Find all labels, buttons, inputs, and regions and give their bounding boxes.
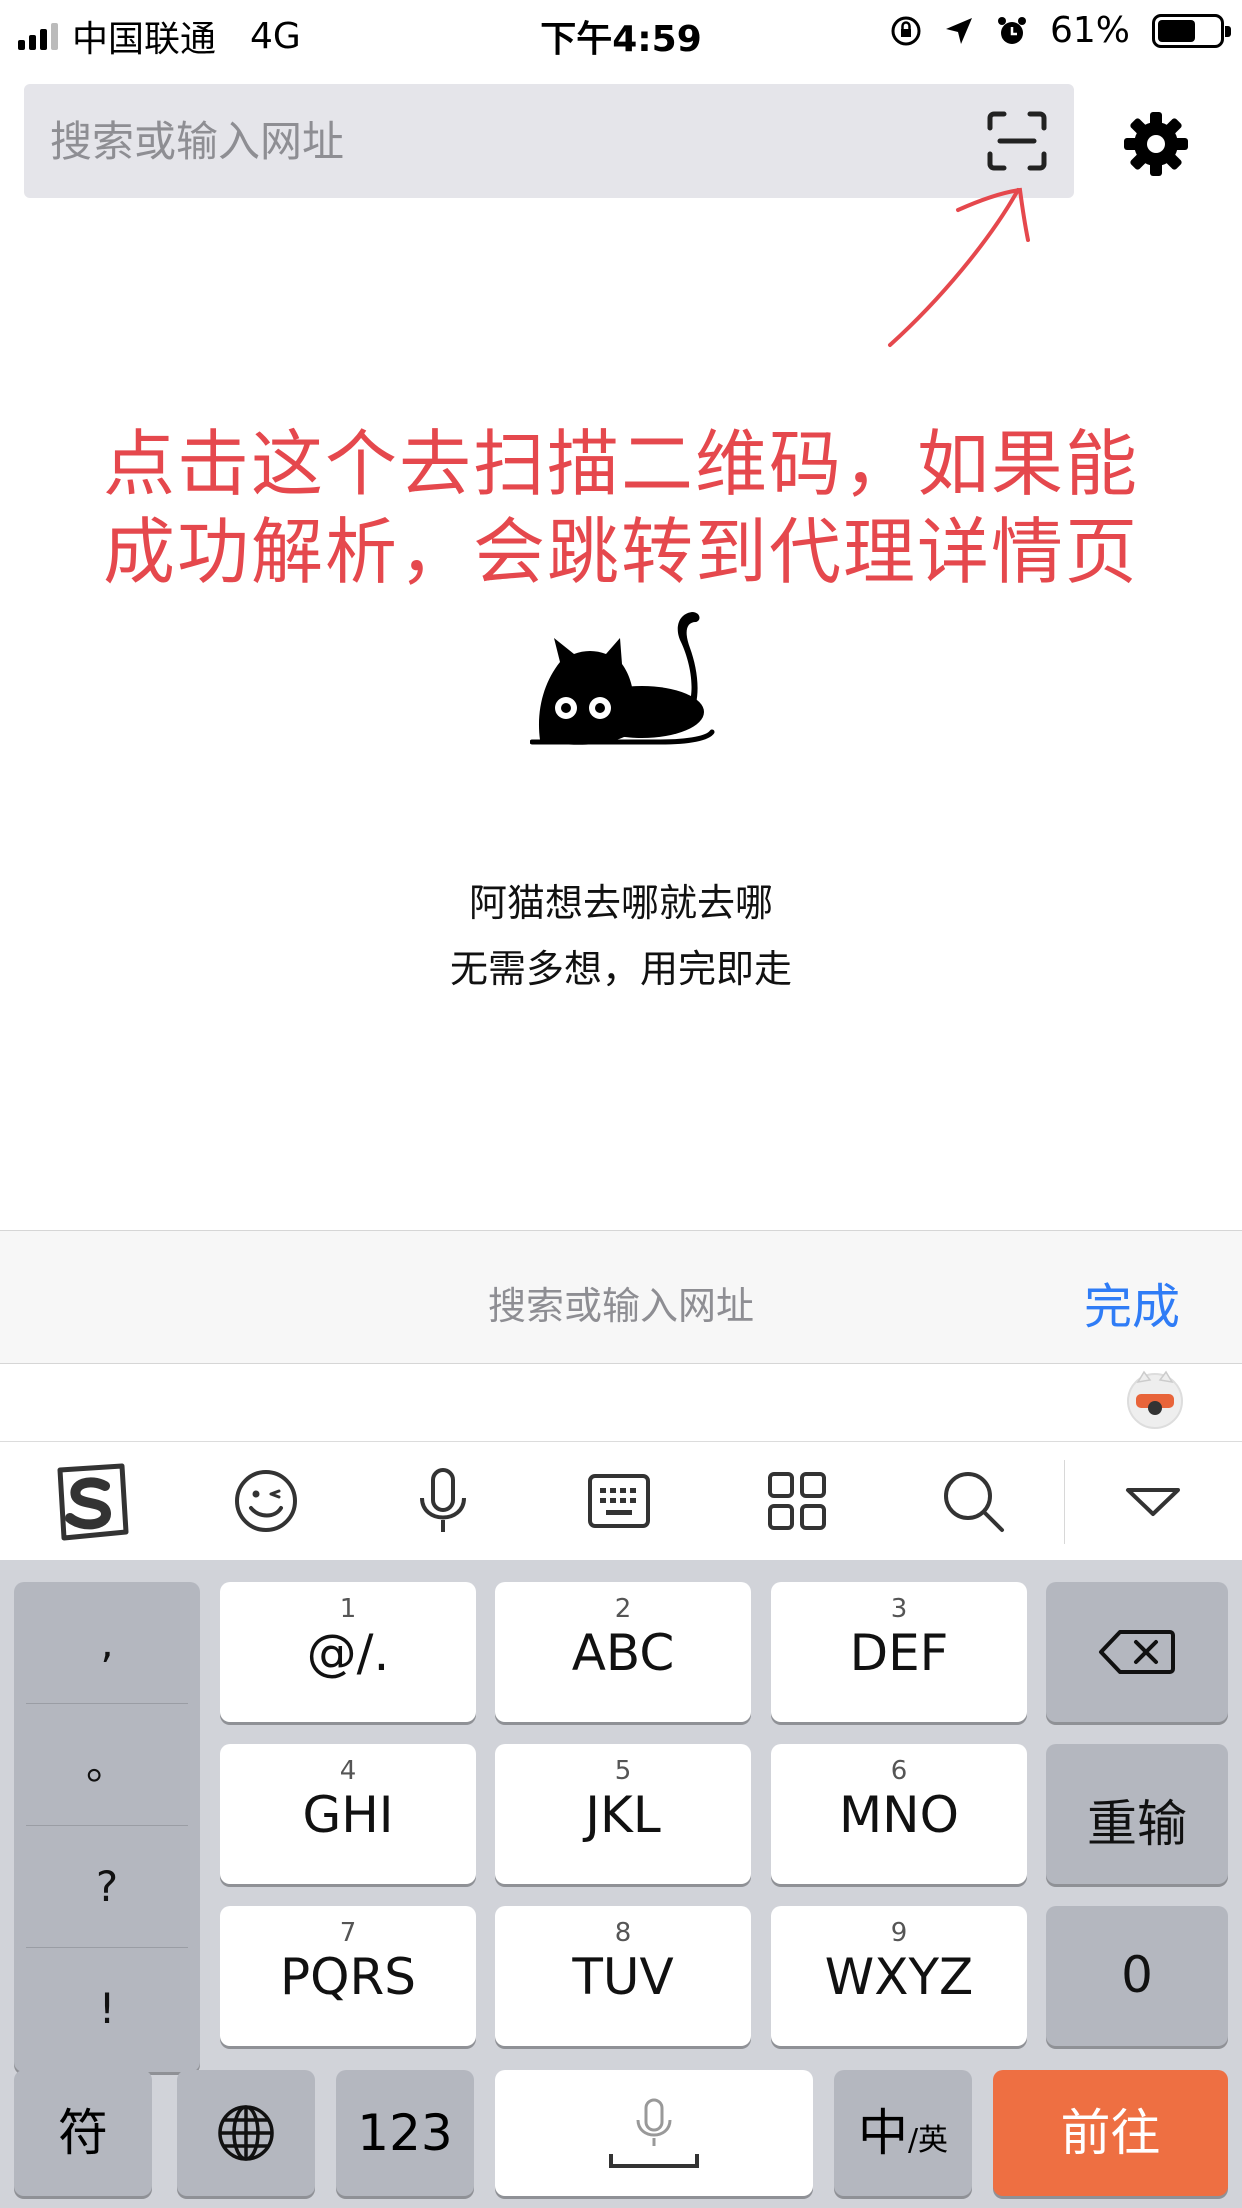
key-label: TUV [572,1948,674,2006]
key-4[interactable]: 4 GHI [220,1744,476,1884]
key-label: WXYZ [824,1948,974,2006]
location-arrow-icon [945,17,972,44]
space-key[interactable] [495,2070,813,2196]
orientation-lock-icon [891,16,921,45]
key-number: 2 [614,1594,632,1624]
search-input[interactable] [50,84,930,198]
key-2[interactable]: 2 ABC [495,1582,751,1722]
apps-grid-icon[interactable] [762,1466,832,1536]
key-7[interactable]: 7 PQRS [220,1906,476,2046]
search-icon[interactable] [938,1466,1008,1536]
url-bar [24,84,1074,198]
emoji-icon[interactable] [231,1466,301,1536]
key-number: 9 [890,1918,908,1948]
annotation-line-2: 成功解析，会跳转到代理详情页 [102,510,1139,594]
accessory-input-preview[interactable]: 搜索或输入网址 [0,1275,1242,1330]
done-button[interactable]: 完成 [1084,1267,1180,1337]
space-voice-icon [609,2098,699,2168]
backspace-icon [1099,1630,1175,1674]
tagline-line-2: 无需多想，用完即走 [449,947,792,991]
key-1[interactable]: 1 @/. [220,1582,476,1722]
annotation-text: 点击这个去扫描二维码，如果能 成功解析，会跳转到代理详情页 [0,420,1242,596]
keyboard: , 。 ? ! 1 @/. 2 ABC 3 DEF 4 GHI 5 JKL 6 … [0,1560,1242,2208]
punct-key-exclamation[interactable]: ! [14,1948,200,2069]
key-label: 0 [1121,1946,1153,2004]
tagline: 阿猫想去哪就去哪 无需多想，用完即走 [0,870,1242,1002]
key-label: DEF [849,1624,949,1682]
punctuation-column: , 。 ? ! [14,1582,200,2072]
cat-logo-icon [530,612,715,745]
key-label: JKL [585,1786,661,1844]
battery-fill [1158,19,1195,42]
key-5[interactable]: 5 JKL [495,1744,751,1884]
symbols-key[interactable]: 符 [14,2070,152,2196]
key-number: 7 [339,1918,357,1948]
key-label: @/. [306,1624,390,1682]
key-number: 4 [339,1756,357,1786]
ime-candidate-bar [0,1364,1242,1442]
key-3[interactable]: 3 DEF [771,1582,1027,1722]
status-right: 61% [890,10,1231,51]
battery-percent: 61% [1049,10,1130,51]
language-sub-label: /英 [907,2123,949,2158]
key-9[interactable]: 9 WXYZ [771,1906,1027,2046]
keyboard-icon[interactable] [584,1466,654,1536]
backspace-key[interactable] [1046,1582,1228,1722]
key-label: GHI [302,1786,394,1844]
status-bar: 中国联通 4G 下午4:59 61% [0,0,1242,64]
punct-key-comma[interactable]: , [14,1582,200,1703]
retype-label: 重输 [1087,1795,1187,1853]
ime-toolbar [0,1442,1242,1560]
input-accessory-bar: 搜索或输入网址 完成 [0,1230,1242,1364]
collapse-keyboard-icon[interactable] [1118,1466,1188,1536]
key-label: PQRS [280,1948,416,2006]
key-number: 6 [890,1756,908,1786]
key-0[interactable]: 0 [1046,1906,1228,2046]
key-label: ABC [571,1624,675,1682]
key-number: 1 [339,1594,357,1624]
numbers-key[interactable]: 123 [336,2070,474,2196]
globe-key[interactable] [177,2070,315,2196]
key-label: MNO [839,1786,959,1844]
key-6[interactable]: 6 MNO [771,1744,1027,1884]
globe-icon [218,2105,274,2161]
key-number: 8 [614,1918,632,1948]
retype-key[interactable]: 重输 [1046,1744,1228,1884]
punct-key-question[interactable]: ? [14,1826,200,1947]
key-number: 3 [890,1594,908,1624]
ime-mascot-icon[interactable] [1124,1368,1186,1430]
key-8[interactable]: 8 TUV [495,1906,751,2046]
gear-icon[interactable] [1122,110,1190,178]
toolbar-divider [1064,1460,1065,1544]
punct-key-period[interactable]: 。 [14,1704,200,1825]
microphone-icon[interactable] [408,1466,478,1536]
scan-qr-icon[interactable] [986,110,1048,172]
sogou-logo-icon[interactable] [50,1462,130,1542]
annotation-line-1: 点击这个去扫描二维码，如果能 [102,422,1139,506]
language-main-label: 中 [857,2104,908,2162]
tagline-line-1: 阿猫想去哪就去哪 [468,881,773,925]
language-switch-key[interactable]: 中/英 [834,2070,972,2196]
key-number: 5 [614,1756,632,1786]
battery-icon [1152,13,1231,48]
alarm-clock-icon [997,16,1026,44]
go-button[interactable]: 前往 [993,2070,1228,2196]
